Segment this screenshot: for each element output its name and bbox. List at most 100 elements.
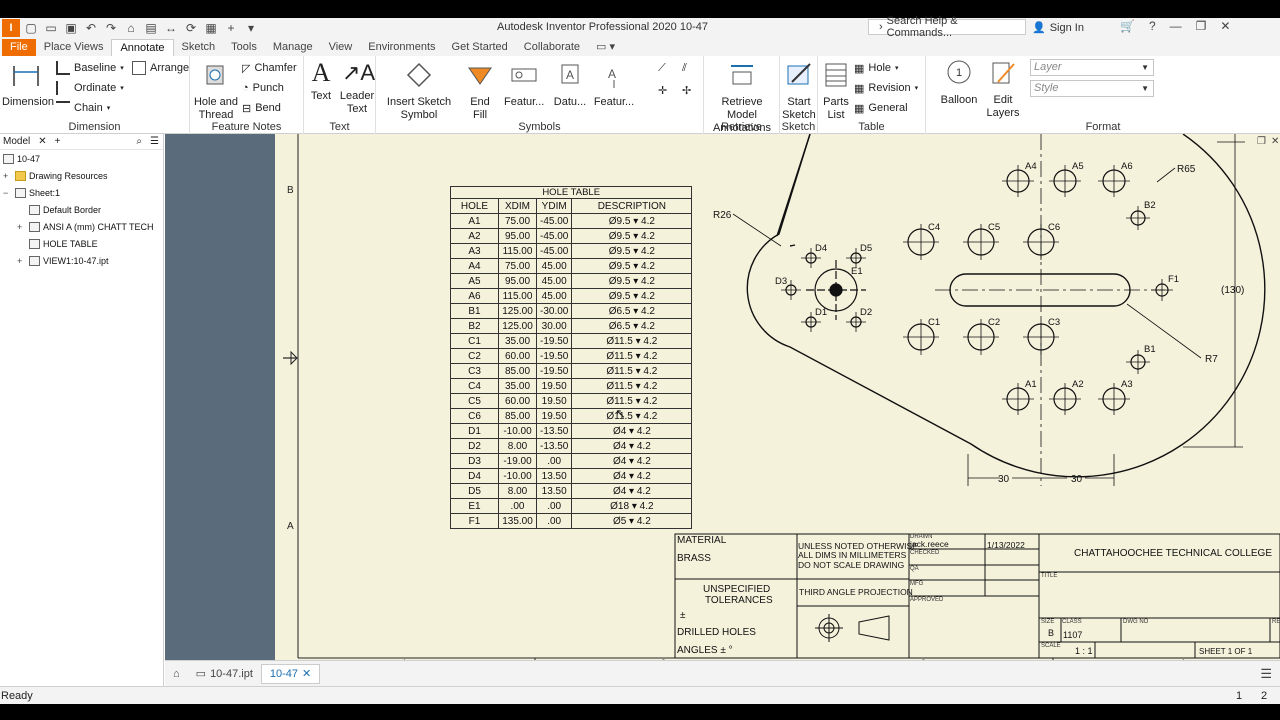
tb-size: B — [1048, 628, 1055, 638]
home-icon[interactable]: ⌂ — [122, 20, 140, 36]
parts-list-button[interactable]: Parts List — [820, 60, 852, 122]
signin-button[interactable]: 👤 Sign In — [1032, 21, 1084, 35]
undo-icon[interactable]: ↶ — [82, 20, 100, 36]
tree-item-drawing-resources[interactable]: + Drawing Resources — [3, 171, 108, 181]
menu-icon[interactable]: ☰ — [150, 136, 159, 147]
hole-table-button[interactable]: ▦ Hole ▾ — [854, 60, 899, 76]
datum-button[interactable]: A Datu... — [550, 60, 590, 109]
group-format: 1 Balloon Edit Layers Layer ▼ Style ▼ Form… — [926, 56, 1280, 134]
style-dropdown[interactable]: Style ▼ — [1030, 80, 1154, 97]
search-icon[interactable]: ⌕ — [136, 136, 142, 147]
window-title: Autodesk Inventor Professional 2020 10-4… — [497, 21, 708, 33]
parts-list-icon — [825, 63, 847, 87]
ribbon-extra-icon[interactable]: ▭ ▾ — [588, 39, 623, 56]
tab-environments[interactable]: Environments — [360, 39, 443, 56]
center-mark-icon[interactable]: ✛ — [658, 82, 667, 98]
end-fill-button[interactable]: End Fill — [462, 60, 498, 122]
ordinate-button[interactable]: Ordinate ▾ — [56, 80, 124, 96]
surface-texture-icon[interactable]: ⟋ — [658, 60, 666, 76]
close-icon[interactable]: ✕ — [38, 136, 46, 147]
layer-dropdown[interactable]: Layer ▼ — [1030, 59, 1154, 76]
hole-thread-label: Hole and Thread — [193, 96, 239, 121]
cart-icon[interactable]: 🛒 — [1120, 19, 1135, 33]
tab-view[interactable]: View — [321, 39, 361, 56]
leader-text-button[interactable]: ↗A Leader Text — [338, 58, 376, 116]
feature-control-frame-button[interactable]: Featur... — [504, 60, 544, 109]
weld-symbol-icon[interactable]: ⫽ — [682, 60, 687, 76]
expand-icon[interactable]: + — [17, 256, 26, 266]
save-icon[interactable]: ▣ — [62, 20, 80, 36]
canvas-restore-icon[interactable]: ❐ — [1257, 136, 1266, 147]
tab-sketch[interactable]: Sketch — [174, 39, 224, 56]
tb-size-label: SIZE — [1041, 619, 1055, 625]
restore-icon[interactable]: ❐ — [1196, 19, 1207, 33]
canvas-close-icon[interactable]: ✕ — [1271, 136, 1279, 147]
tree-item-root[interactable]: 10-47 — [3, 154, 40, 164]
tree-item-label: ANSI A (mm) CHATT TECH — [43, 222, 154, 232]
doc-tab-part[interactable]: ▭ 10-47.ipt — [188, 664, 261, 684]
doc-tab-drawing[interactable]: 10-47 ✕ — [260, 663, 321, 684]
tab-get-started[interactable]: Get Started — [444, 39, 516, 56]
hole-label: B2 — [1144, 200, 1156, 211]
tree-item-title-block[interactable]: + ANSI A (mm) CHATT TECH — [17, 222, 154, 232]
general-table-button[interactable]: ▦ General — [854, 100, 908, 116]
parts-list-label: Parts List — [823, 96, 849, 121]
add-tab-icon[interactable]: + — [55, 136, 61, 147]
group-retrieve-label: Retrieve — [721, 121, 762, 133]
tab-annotate[interactable]: Annotate — [111, 39, 174, 56]
expand-icon[interactable]: + — [17, 222, 26, 232]
text-button[interactable]: A Text — [306, 58, 336, 103]
new-icon[interactable]: ▢ — [22, 20, 40, 36]
tab-menu-icon[interactable]: ☰ — [1260, 666, 1272, 682]
tab-collaborate[interactable]: Collaborate — [516, 39, 588, 56]
arrange-button[interactable]: Arrange — [132, 60, 189, 76]
measure-icon[interactable]: ↔ — [162, 20, 180, 36]
tb-approved-label: APPROVED — [910, 597, 944, 603]
datum-label: Datu... — [553, 96, 587, 108]
punch-button[interactable]: ◔ Punch — [242, 80, 284, 96]
dimension-button[interactable]: Dimension — [2, 60, 54, 109]
baseline-button[interactable]: Baseline ▾ — [56, 60, 124, 76]
close-icon[interactable]: ✕ — [302, 664, 311, 684]
feature-identifier-button[interactable]: A Featur... — [592, 60, 636, 109]
tab-tools[interactable]: Tools — [223, 39, 265, 56]
search-input[interactable]: › Search Help & Commands... — [868, 15, 1026, 39]
revision-table-button[interactable]: ▦ Revision ▾ — [854, 80, 918, 96]
centerline-icon[interactable]: ✢ — [682, 82, 691, 98]
feature-identifier-label: Featur... — [593, 96, 635, 108]
customize-icon[interactable]: ▾ — [242, 20, 260, 36]
update-icon[interactable]: ⟳ — [182, 20, 200, 36]
tab-file[interactable]: File — [2, 39, 36, 56]
chamfer-button[interactable]: ◸ Chamfer — [242, 60, 297, 76]
app-logo-icon[interactable]: I — [2, 19, 20, 37]
open-icon[interactable]: ▭ — [42, 20, 60, 36]
tab-place-views[interactable]: Place Views — [36, 39, 112, 56]
close-window-icon[interactable]: ✕ — [1220, 19, 1230, 33]
start-sketch-button[interactable]: Start Sketch — [782, 60, 816, 122]
add-icon[interactable]: + — [222, 20, 240, 36]
tab-manage[interactable]: Manage — [265, 39, 321, 56]
search-arrow-icon: › — [879, 21, 883, 33]
tree-item-default-border[interactable]: Default Border — [17, 205, 101, 215]
expand-icon[interactable]: + — [3, 171, 12, 181]
insert-sketch-symbol-button[interactable]: Insert Sketch Symbol — [382, 60, 456, 122]
tree-item-sheet[interactable]: − Sheet:1 — [3, 188, 60, 198]
edit-layers-button[interactable]: Edit Layers — [984, 58, 1022, 120]
balloon-button[interactable]: 1 Balloon — [938, 58, 980, 107]
minimize-icon[interactable]: — — [1170, 19, 1182, 33]
home-tab-icon[interactable]: ⌂ — [165, 664, 188, 684]
ribbon-tab-bar: File Place Views Annotate Sketch Tools M… — [0, 38, 1280, 56]
redo-icon[interactable]: ↷ — [102, 20, 120, 36]
browser-tab-model[interactable]: Model — [3, 136, 30, 147]
chain-button[interactable]: Chain ▾ — [56, 100, 110, 116]
print-icon[interactable]: ▤ — [142, 20, 160, 36]
tree-item-view1[interactable]: + VIEW1:10-47.ipt — [17, 256, 109, 266]
appearance-icon[interactable]: ▦ — [202, 20, 220, 36]
hole-thread-button[interactable]: Hole and Thread — [192, 60, 240, 122]
collapse-icon[interactable]: − — [3, 188, 12, 198]
tree-item-hole-table[interactable]: HOLE TABLE — [17, 239, 98, 249]
tree-item-label: Sheet:1 — [29, 188, 61, 198]
help-icon[interactable]: ? — [1149, 19, 1156, 33]
drawing-canvas[interactable]: HOLE TABLE HOLE XDIM YDIM DESCRIPTION A1… — [165, 134, 1280, 660]
bend-button[interactable]: ⊟ Bend — [242, 100, 281, 116]
